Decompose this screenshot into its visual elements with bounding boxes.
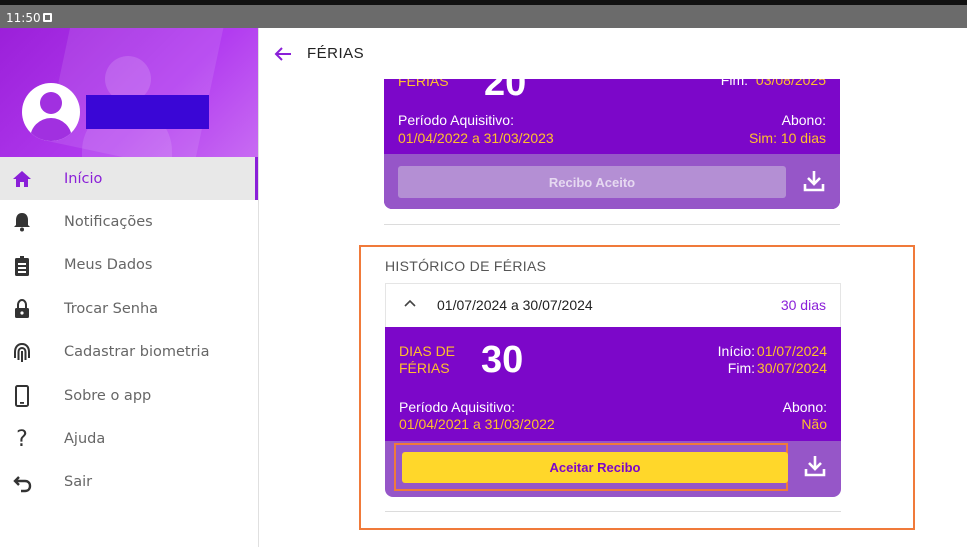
download-icon[interactable] — [803, 454, 829, 480]
divider — [384, 224, 840, 225]
id-badge-icon — [11, 255, 33, 277]
abono-value: Não — [801, 416, 827, 432]
period-value: 01/04/2022 a 31/03/2023 — [398, 130, 554, 146]
menu-item-trocar-senha[interactable]: Trocar Senha — [0, 287, 258, 330]
notification-icon — [43, 13, 52, 22]
menu-label: Meus Dados — [64, 257, 153, 274]
menu-label: Trocar Senha — [64, 300, 159, 317]
dias-value-partial: 20 — [484, 79, 527, 104]
status-time: 11:50 — [6, 11, 41, 25]
scrollbar[interactable] — [963, 79, 967, 547]
status-bar: 11:50 — [0, 0, 967, 28]
card-body: FÉRIAS 20 Fim: 03/08/2025 Período Aquisi… — [384, 79, 840, 154]
app-bar: FÉRIAS — [259, 28, 967, 79]
divider — [385, 511, 841, 512]
section-title: HISTÓRICO DE FÉRIAS — [385, 258, 547, 274]
history-period-header[interactable]: 01/07/2024 a 30/07/2024 30 dias — [385, 283, 841, 327]
chevron-up-icon — [403, 296, 417, 313]
menu-label: Sobre o app — [64, 387, 152, 404]
period-range: 01/07/2024 a 30/07/2024 — [437, 297, 593, 313]
period-label: Período Aquisitivo: — [398, 112, 514, 128]
menu-item-inicio[interactable]: Início — [0, 157, 258, 201]
abono-label: Abono: — [781, 112, 826, 128]
user-name-redacted — [86, 95, 209, 129]
back-arrow-icon[interactable] — [273, 41, 299, 67]
start-value: 01/07/2024 — [756, 343, 827, 359]
vacation-card-previous: FÉRIAS 20 Fim: 03/08/2025 Período Aquisi… — [384, 79, 840, 209]
lock-icon — [11, 298, 33, 320]
dias-value: 30 — [481, 339, 524, 381]
menu-label: Cadastrar biometria — [64, 344, 210, 361]
period-value: 01/04/2021 a 31/03/2022 — [399, 416, 555, 432]
card-body: DIAS DE FÉRIAS 30 Início: 01/07/2024 Fim… — [385, 327, 841, 441]
drawer-menu: Início Notificações Meus Dados Trocar Se… — [0, 157, 258, 504]
period-label: Período Aquisitivo: — [399, 399, 515, 415]
page-title: FÉRIAS — [307, 45, 365, 62]
menu-item-meus-dados[interactable]: Meus Dados — [0, 244, 258, 287]
logout-icon — [11, 472, 33, 494]
navigation-drawer: Início Notificações Meus Dados Trocar Se… — [0, 28, 259, 547]
help-icon: ? — [16, 426, 28, 452]
vacation-card: DIAS DE FÉRIAS 30 Início: 01/07/2024 Fim… — [385, 327, 841, 497]
period-days: 30 dias — [780, 297, 826, 313]
main-content: FÉRIAS 20 Fim: 03/08/2025 Período Aquisi… — [259, 79, 967, 547]
menu-item-sair[interactable]: Sair — [0, 461, 258, 504]
avatar-body — [30, 118, 72, 141]
menu-label: Notificações — [64, 214, 153, 231]
recibo-aceito-button: Recibo Aceito — [398, 166, 786, 198]
dias-label-line1: DIAS DE — [399, 343, 456, 359]
menu-label: Ajuda — [64, 431, 106, 448]
home-icon — [11, 168, 33, 190]
end-value: 30/07/2024 — [756, 360, 827, 376]
aceitar-recibo-button[interactable]: Aceitar Recibo — [402, 452, 788, 483]
drawer-header — [0, 28, 258, 157]
accept-button-highlight: Aceitar Recibo — [394, 443, 788, 491]
end-label: Fim: — [720, 79, 748, 88]
end-label: Fim: — [727, 360, 755, 376]
end-value: 03/08/2025 — [755, 79, 826, 88]
abono-value: Sim: 10 dias — [748, 130, 826, 146]
history-section: HISTÓRICO DE FÉRIAS 01/07/2024 a 30/07/2… — [359, 245, 915, 530]
menu-label: Início — [64, 170, 103, 187]
menu-item-cadastrar-biometria[interactable]: Cadastrar biometria — [0, 331, 258, 374]
menu-item-notificacoes[interactable]: Notificações — [0, 200, 258, 243]
dias-label: FÉRIAS — [398, 79, 449, 89]
abono-label: Abono: — [782, 399, 827, 415]
menu-label: Sair — [64, 474, 93, 491]
start-label: Início: — [717, 343, 755, 359]
menu-item-sobre-app[interactable]: Sobre o app — [0, 374, 258, 417]
avatar — [22, 83, 80, 141]
menu-item-ajuda[interactable]: ? Ajuda — [0, 417, 258, 460]
phone-icon — [11, 384, 33, 407]
bell-icon — [11, 211, 33, 233]
dias-label-line2: FÉRIAS — [399, 360, 450, 376]
avatar-head — [40, 92, 62, 114]
fingerprint-icon — [11, 342, 33, 364]
download-icon[interactable] — [802, 169, 828, 195]
